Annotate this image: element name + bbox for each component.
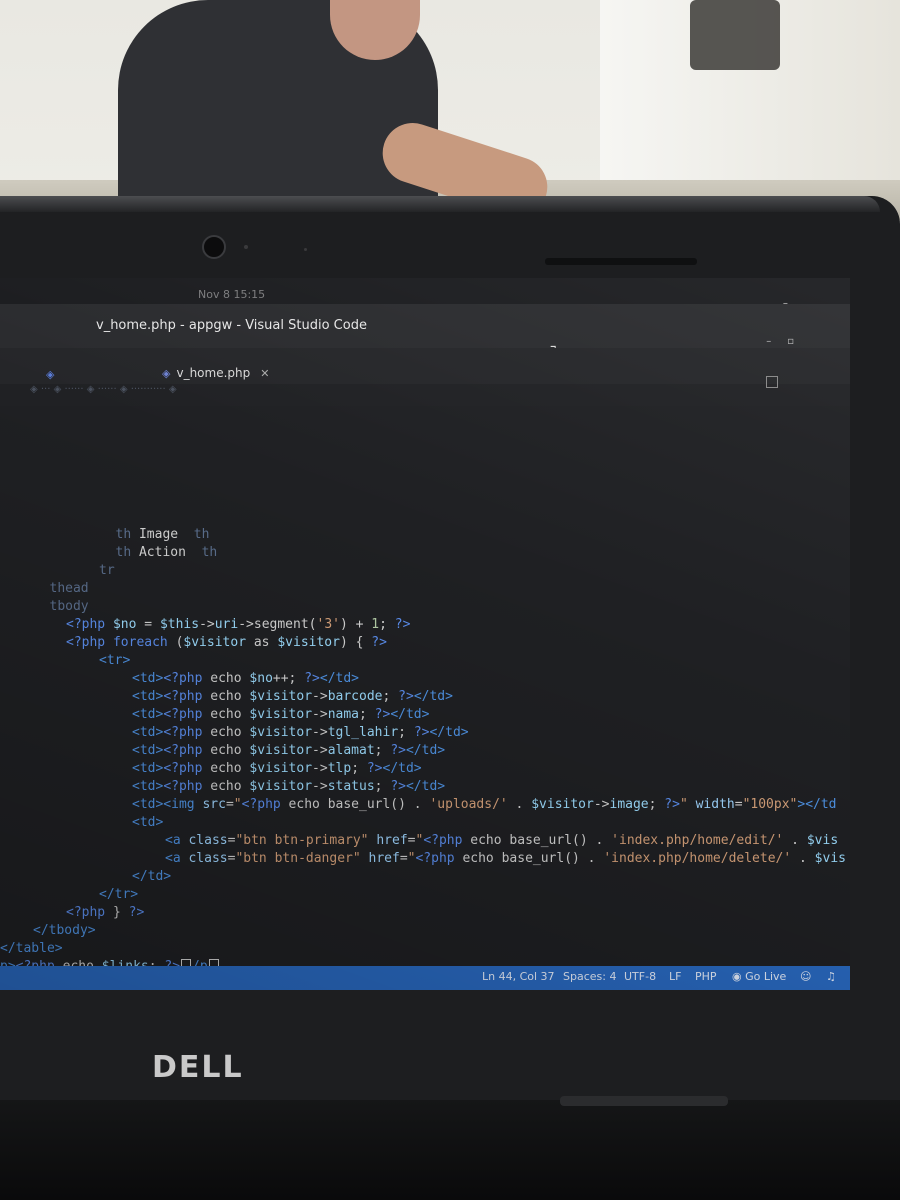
end-of-line-setting[interactable]: LF [669,970,681,983]
code-line[interactable]: <td><?php echo $visitor->barcode; ?></td… [132,688,453,706]
code-line[interactable]: <?php $no = $this->uri->segment('3') + 1… [66,616,410,634]
code-line[interactable]: </tr> [99,886,138,904]
go-live-label: Go Live [745,970,787,983]
webcam-sensor [244,245,248,249]
editor-tab-bar: ◈ ◈ v_home.php ✕ [0,348,850,388]
system-top-bar: Nov 8 15:15 ▾◂▮▾ [0,278,850,313]
window-controls: –▫ [766,336,810,347]
code-line[interactable]: <a class="btn btn-primary" href="<?php e… [165,832,838,850]
tab-v-home-php[interactable]: ◈ v_home.php ✕ [152,360,279,386]
background-object [690,0,780,70]
code-line[interactable]: <tr> [99,652,130,670]
system-clock[interactable]: Nov 8 15:15 [198,288,265,301]
laptop-lid-edge [0,196,880,212]
laptop-hinge [0,1100,900,1200]
code-editor[interactable]: th Image th th Action th tr thead tbody <?php… [0,406,850,966]
php-file-icon: ◈ [46,368,55,381]
code-line[interactable]: thead [50,580,89,598]
code-line[interactable]: <td><?php echo $visitor->tlp; ?></td> [132,760,422,778]
code-line[interactable]: </table> [0,940,63,958]
notifications-icon[interactable]: ♫ [826,970,836,983]
indentation-setting[interactable]: Spaces: 4 [563,970,616,983]
php-file-icon: ◈ [162,366,171,380]
code-line[interactable]: tr [99,562,115,580]
code-line[interactable]: <?php } ?> [66,904,144,922]
status-bar: Ln 44, Col 37 Spaces: 4 UTF-8 LF PHP ◉ G… [0,966,850,990]
webcam-icon [202,235,226,259]
code-line[interactable]: <td><?php echo $visitor->tgl_lahir; ?></… [132,724,469,742]
code-line[interactable]: </td> [132,868,171,886]
code-line[interactable]: <td><img src="<?php echo base_url() . 'u… [132,796,837,814]
code-line[interactable]: <td><?php echo $visitor->alamat; ?></td> [132,742,445,760]
code-line[interactable]: tbody [50,598,89,616]
code-line[interactable]: </tbody> [33,922,96,940]
window-title: v_home.php - appgw - Visual Studio Code [96,318,367,333]
code-line[interactable]: th Image th [116,526,210,544]
laptop-brand-logo: DELL [152,1050,244,1085]
code-line[interactable]: <td> [132,814,163,832]
speaker-grille [545,258,697,265]
laptop-screen: Nov 8 15:15 ▾◂▮▾ v_home.php - appgw - Vi… [0,278,850,990]
cursor-position[interactable]: Ln 44, Col 37 [482,970,555,983]
code-line[interactable]: th Action th [116,544,218,562]
code-line[interactable]: <?php foreach ($visitor as $visitor) { ?… [66,634,387,652]
minimize-button[interactable]: – [766,336,787,347]
window-title-bar[interactable]: v_home.php - appgw - Visual Studio Code … [0,304,850,369]
code-line[interactable]: <a class="btn btn-danger" href="<?php ec… [165,850,846,868]
code-line[interactable]: <td><?php echo $visitor->nama; ?></td> [132,706,429,724]
breadcrumb[interactable]: ◈ ··· ◈ ······ ◈ ······ ◈ ··········· ◈ [0,384,850,406]
code-line[interactable]: p><?php echo $links; ?>/p [0,958,220,966]
webcam-led [304,248,307,251]
maximize-button[interactable]: ▫ [787,336,810,347]
language-mode[interactable]: PHP [695,970,717,983]
code-line[interactable]: <td><?php echo $no++; ?></td> [132,670,359,688]
code-line[interactable]: <td><?php echo $visitor->status; ?></td> [132,778,445,796]
feedback-icon[interactable]: ☺ [800,970,811,983]
hinge-cap [560,1096,728,1106]
tab-label: v_home.php [176,366,251,380]
close-tab-icon[interactable]: ✕ [260,367,269,380]
go-live-button[interactable]: ◉ Go Live [732,970,786,983]
encoding-setting[interactable]: UTF-8 [624,970,656,983]
